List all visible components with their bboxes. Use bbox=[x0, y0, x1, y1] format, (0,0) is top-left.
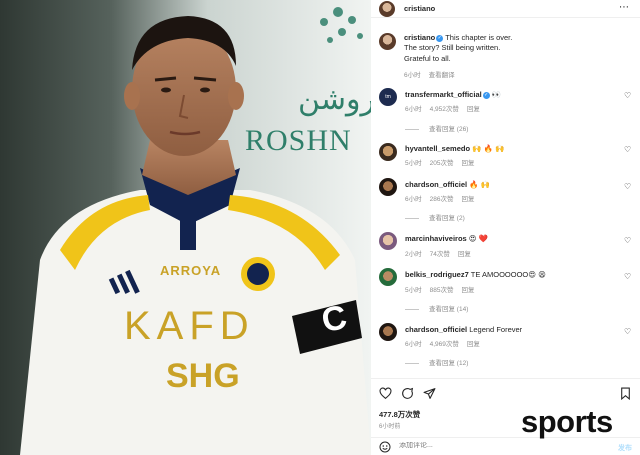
view-replies-label[interactable]: 查看回复 (12) bbox=[429, 360, 468, 367]
emoji-icon[interactable] bbox=[379, 441, 391, 453]
shirt-sponsor-kafd: KAFD bbox=[124, 304, 255, 348]
comment-text: 🔥 🙌 bbox=[469, 180, 490, 189]
post-photo[interactable]: روشن ROSHN ARROYA KAFD SHG C bbox=[0, 0, 371, 455]
comment-time: 5小时 bbox=[405, 287, 422, 294]
comment-username[interactable]: chardson_officiel bbox=[405, 325, 467, 334]
comment-row: hyvantell_semedo 🙌 🔥 🙌 bbox=[405, 144, 504, 154]
comment-meta: 5小时 205次赞 回复 bbox=[405, 157, 482, 167]
comment-meta: 2小时 74次赞 回复 bbox=[405, 248, 479, 258]
comment-meta: 6小时 4,969次赞 回复 bbox=[405, 338, 488, 348]
comment-avatar[interactable]: tm bbox=[379, 88, 397, 106]
comment-username[interactable]: chardson_officiel bbox=[405, 180, 467, 189]
sponsor-latin-text: ROSHN bbox=[245, 124, 352, 157]
header-avatar[interactable] bbox=[379, 1, 395, 17]
comment-username[interactable]: marcinhaviveiros bbox=[405, 234, 467, 243]
comment-meta: 6小时 286次赞 回复 bbox=[405, 193, 482, 203]
comment-time: 2小时 bbox=[405, 251, 422, 258]
comment-avatar[interactable] bbox=[379, 143, 397, 161]
comment-time: 5小时 bbox=[405, 160, 422, 167]
comment-avatar[interactable] bbox=[379, 178, 397, 196]
caption-avatar[interactable] bbox=[379, 33, 396, 50]
shirt-brand-text: ARROYA bbox=[160, 263, 222, 278]
heart-icon[interactable]: ♡ bbox=[624, 183, 632, 191]
comment-row: marcinhaviveiros 😍 ❤️ bbox=[405, 234, 488, 244]
comment-username[interactable]: transfermarkt_official bbox=[405, 90, 482, 99]
caption-text-2: The story? Still being written. bbox=[404, 43, 501, 52]
shirt-sponsor-shg: SHG bbox=[166, 357, 240, 395]
comment-row: chardson_officiel Legend Forever bbox=[405, 325, 522, 335]
comment-username[interactable]: belkis_rodriguez7 bbox=[405, 270, 469, 279]
comment-likes[interactable]: 205次赞 bbox=[430, 160, 454, 167]
comment-meta: 5小时 885次赞 回复 bbox=[405, 284, 482, 294]
comment-text: 😍 ❤️ bbox=[468, 234, 489, 243]
comment-text: 👀 bbox=[491, 90, 502, 99]
view-replies-label[interactable]: 查看回复 (26) bbox=[429, 126, 468, 133]
like-count[interactable]: 477.8万次赞 bbox=[379, 409, 420, 420]
reply-link[interactable]: 回复 bbox=[461, 287, 474, 294]
comment-likes[interactable]: 885次赞 bbox=[430, 287, 454, 294]
comment-likes[interactable]: 74次赞 bbox=[430, 251, 450, 258]
comment-avatar[interactable] bbox=[379, 232, 397, 250]
header-username[interactable]: cristiano bbox=[404, 4, 435, 13]
view-replies[interactable]: 查看回复 (14) bbox=[405, 303, 468, 313]
verified-icon: ✓ bbox=[482, 91, 490, 99]
send-icon[interactable] bbox=[423, 387, 436, 400]
comment-time: 6小时 bbox=[405, 341, 422, 348]
comment-username[interactable]: hyvantell_semedo bbox=[405, 144, 470, 153]
comment-likes[interactable]: 4,969次赞 bbox=[430, 341, 459, 348]
comment-text: TE AMOOOOOO😍 😫 bbox=[470, 270, 546, 279]
caption-meta: 6小时 查看翻译 bbox=[404, 69, 463, 79]
comment-text: 🙌 🔥 🙌 bbox=[472, 144, 505, 153]
view-replies[interactable]: 查看回复 (2) bbox=[405, 212, 465, 222]
comment-text: Legend Forever bbox=[469, 325, 523, 334]
post-header: cristiano ⋯ bbox=[371, 0, 640, 18]
view-replies-label[interactable]: 查看回复 (14) bbox=[429, 306, 468, 313]
heart-icon[interactable]: ♡ bbox=[624, 237, 632, 245]
heart-icon[interactable]: ♡ bbox=[624, 92, 632, 100]
caption-text-3: Grateful to all. bbox=[404, 54, 451, 63]
comment-input[interactable] bbox=[399, 442, 579, 449]
comment-likes[interactable]: 4,952次赞 bbox=[430, 106, 459, 113]
sports-watermark: sports bbox=[521, 404, 613, 439]
comments-panel: cristiano ⋯ cristiano ✓ This chapter is o… bbox=[371, 0, 640, 455]
reply-link[interactable]: 回复 bbox=[467, 106, 480, 113]
view-replies[interactable]: 查看回复 (26) bbox=[405, 123, 468, 133]
more-icon[interactable]: ⋯ bbox=[619, 2, 630, 13]
view-replies-label[interactable]: 查看回复 (2) bbox=[429, 215, 465, 222]
post-button[interactable]: 发布 bbox=[618, 443, 632, 453]
comment-time: 6小时 bbox=[405, 106, 422, 113]
heart-icon[interactable]: ♡ bbox=[624, 273, 632, 281]
comment-meta: 6小时 4,952次赞 回复 bbox=[405, 103, 488, 113]
heart-icon[interactable]: ♡ bbox=[624, 146, 632, 154]
reply-link[interactable]: 回复 bbox=[467, 341, 480, 348]
view-replies[interactable]: 查看回复 (12) bbox=[405, 357, 468, 367]
comment-avatar[interactable] bbox=[379, 268, 397, 286]
caption-text-1: This chapter is over. bbox=[445, 33, 513, 42]
heart-icon[interactable] bbox=[379, 387, 392, 400]
caption-line-1: cristiano ✓ This chapter is over. bbox=[404, 33, 512, 43]
comment-row: belkis_rodriguez7 TE AMOOOOOO😍 😫 bbox=[405, 270, 546, 280]
reply-link[interactable]: 回复 bbox=[461, 196, 474, 203]
comment-time: 6小时 bbox=[405, 196, 422, 203]
heart-icon[interactable]: ♡ bbox=[624, 328, 632, 336]
comment-row: transfermarkt_official ✓ 👀 bbox=[405, 90, 501, 100]
caption-time: 6小时 bbox=[404, 72, 421, 79]
comment-row: chardson_officiel 🔥 🙌 bbox=[405, 180, 490, 190]
reply-link[interactable]: 回复 bbox=[461, 160, 474, 167]
bookmark-icon[interactable] bbox=[619, 387, 632, 400]
comment-likes[interactable]: 286次赞 bbox=[430, 196, 454, 203]
sponsor-arabic-text: روشن bbox=[298, 82, 371, 117]
translate-link[interactable]: 查看翻译 bbox=[429, 72, 455, 79]
reply-link[interactable]: 回复 bbox=[458, 251, 471, 258]
comment-avatar[interactable] bbox=[379, 323, 397, 341]
comment-icon[interactable] bbox=[401, 387, 414, 400]
post-time: 6小时前 bbox=[379, 424, 401, 430]
verified-icon: ✓ bbox=[436, 34, 444, 42]
caption-username[interactable]: cristiano bbox=[404, 33, 435, 42]
